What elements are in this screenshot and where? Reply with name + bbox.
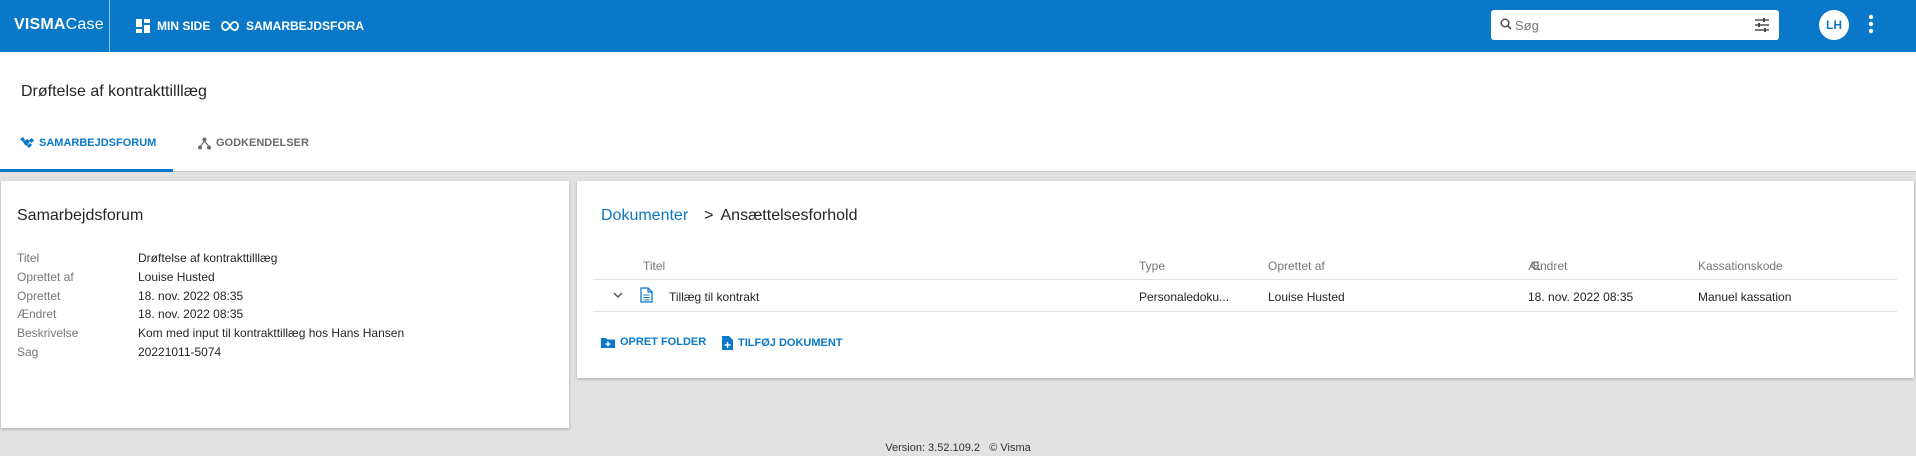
document-icon <box>640 287 653 303</box>
add-document-icon <box>722 336 733 350</box>
column-header-type[interactable]: Type <box>1139 259 1165 273</box>
brand-name: VISMA <box>14 16 66 33</box>
cell-created-by: Louise Husted <box>1268 290 1345 304</box>
copyright-text: © Visma <box>989 442 1031 454</box>
detail-value: Drøftelse af kontrakttilllæg <box>138 251 278 265</box>
visma-case-logo[interactable]: VISMACase <box>14 16 104 34</box>
cell-type: Personaledoku... <box>1139 290 1230 304</box>
column-header-titel[interactable]: Titel <box>643 259 665 273</box>
page-header: Drøftelse af kontrakttilllæg SAMARBEJDSF… <box>0 52 1916 172</box>
create-folder-label: OPRET FOLDER <box>620 336 707 348</box>
dashboard-icon <box>136 19 150 33</box>
breadcrumb-separator: > <box>704 207 714 224</box>
nav-samarbejdsfora-label: SAMARBEJDSFORA <box>246 19 365 33</box>
detail-key: Titel <box>17 251 40 265</box>
tab-samarbejdsforum-label: SAMARBEJDSFORUM <box>39 137 157 149</box>
user-avatar[interactable]: LH <box>1819 10 1849 40</box>
top-bar: VISMACase MIN SIDE SAMARBEJDSFORA Søg LH <box>0 0 1916 52</box>
nav-samarbejdsfora[interactable]: SAMARBEJDSFORA <box>221 17 364 35</box>
footer: Version: 3.52.109.2 © Visma <box>0 442 1916 454</box>
more-menu-icon[interactable] <box>1868 13 1874 35</box>
detail-value: Kom med input til kontrakttillæg hos Han… <box>138 326 405 340</box>
chevron-down-icon[interactable] <box>613 292 623 299</box>
product-name: Case <box>65 16 104 33</box>
details-heading: Samarbejdsforum <box>17 207 144 224</box>
detail-key: Sag <box>17 345 39 359</box>
version-text: Version: 3.52.109.2 <box>885 442 981 454</box>
breadcrumb: Dokumenter > Ansættelsesforhold <box>601 207 857 225</box>
cell-disposal-code: Manuel kassation <box>1698 290 1792 304</box>
infinity-icon <box>221 21 239 31</box>
hierarchy-icon <box>198 137 211 150</box>
column-header-oprettet-af[interactable]: Oprettet af <box>1268 259 1325 273</box>
cell-modified: 18. nov. 2022 08:35 <box>1528 290 1634 304</box>
nav-min-side-label: MIN SIDE <box>157 19 211 33</box>
detail-value: 18. nov. 2022 08:35 <box>138 289 244 303</box>
column-header-aendret[interactable]: Ændret <box>1528 259 1567 273</box>
cell-title[interactable]: Tillæg til kontrakt <box>669 290 759 304</box>
documents-card: Dokumenter > Ansættelsesforhold Titel Type… <box>577 181 1914 378</box>
tab-godkendelser[interactable]: GODKENDELSER <box>198 137 309 173</box>
page-title: Drøftelse af kontrakttilllæg <box>21 83 207 100</box>
details-card: Samarbejdsforum Titel Drøftelse af kontr… <box>1 181 569 428</box>
breadcrumb-dokumenter[interactable]: Dokumenter <box>601 207 688 224</box>
detail-value: Louise Husted <box>138 270 215 284</box>
create-folder-button[interactable]: OPRET FOLDER <box>601 336 706 348</box>
column-header-kassationskode[interactable]: Kassationskode <box>1698 259 1783 273</box>
table-row[interactable]: Tillæg til kontrakt Personaledoku... Lou… <box>593 280 1897 312</box>
search-icon <box>1500 18 1512 30</box>
topbar-divider <box>109 0 110 52</box>
nav-min-side[interactable]: MIN SIDE <box>136 17 210 35</box>
breadcrumb-current: Ansættelsesforhold <box>720 207 858 224</box>
tab-godkendelser-label: GODKENDELSER <box>216 137 309 149</box>
detail-value: 20221011-5074 <box>138 345 222 359</box>
filter-settings-icon[interactable] <box>1754 17 1770 33</box>
tab-samarbejdsforum[interactable]: SAMARBEJDSFORUM <box>0 137 173 172</box>
handshake-icon <box>20 137 34 148</box>
add-document-label: TILFØJ DOKUMENT <box>738 337 843 349</box>
detail-value: 18. nov. 2022 08:35 <box>138 307 244 321</box>
detail-key: Beskrivelse <box>17 326 79 340</box>
detail-key: Oprettet <box>17 289 61 303</box>
search-input[interactable] <box>1515 15 1735 35</box>
search-box <box>1491 10 1779 40</box>
add-folder-icon <box>601 337 615 348</box>
add-document-button[interactable]: TILFØJ DOKUMENT <box>722 336 843 350</box>
detail-key: Oprettet af <box>17 270 74 284</box>
detail-key: Ændret <box>17 307 57 321</box>
